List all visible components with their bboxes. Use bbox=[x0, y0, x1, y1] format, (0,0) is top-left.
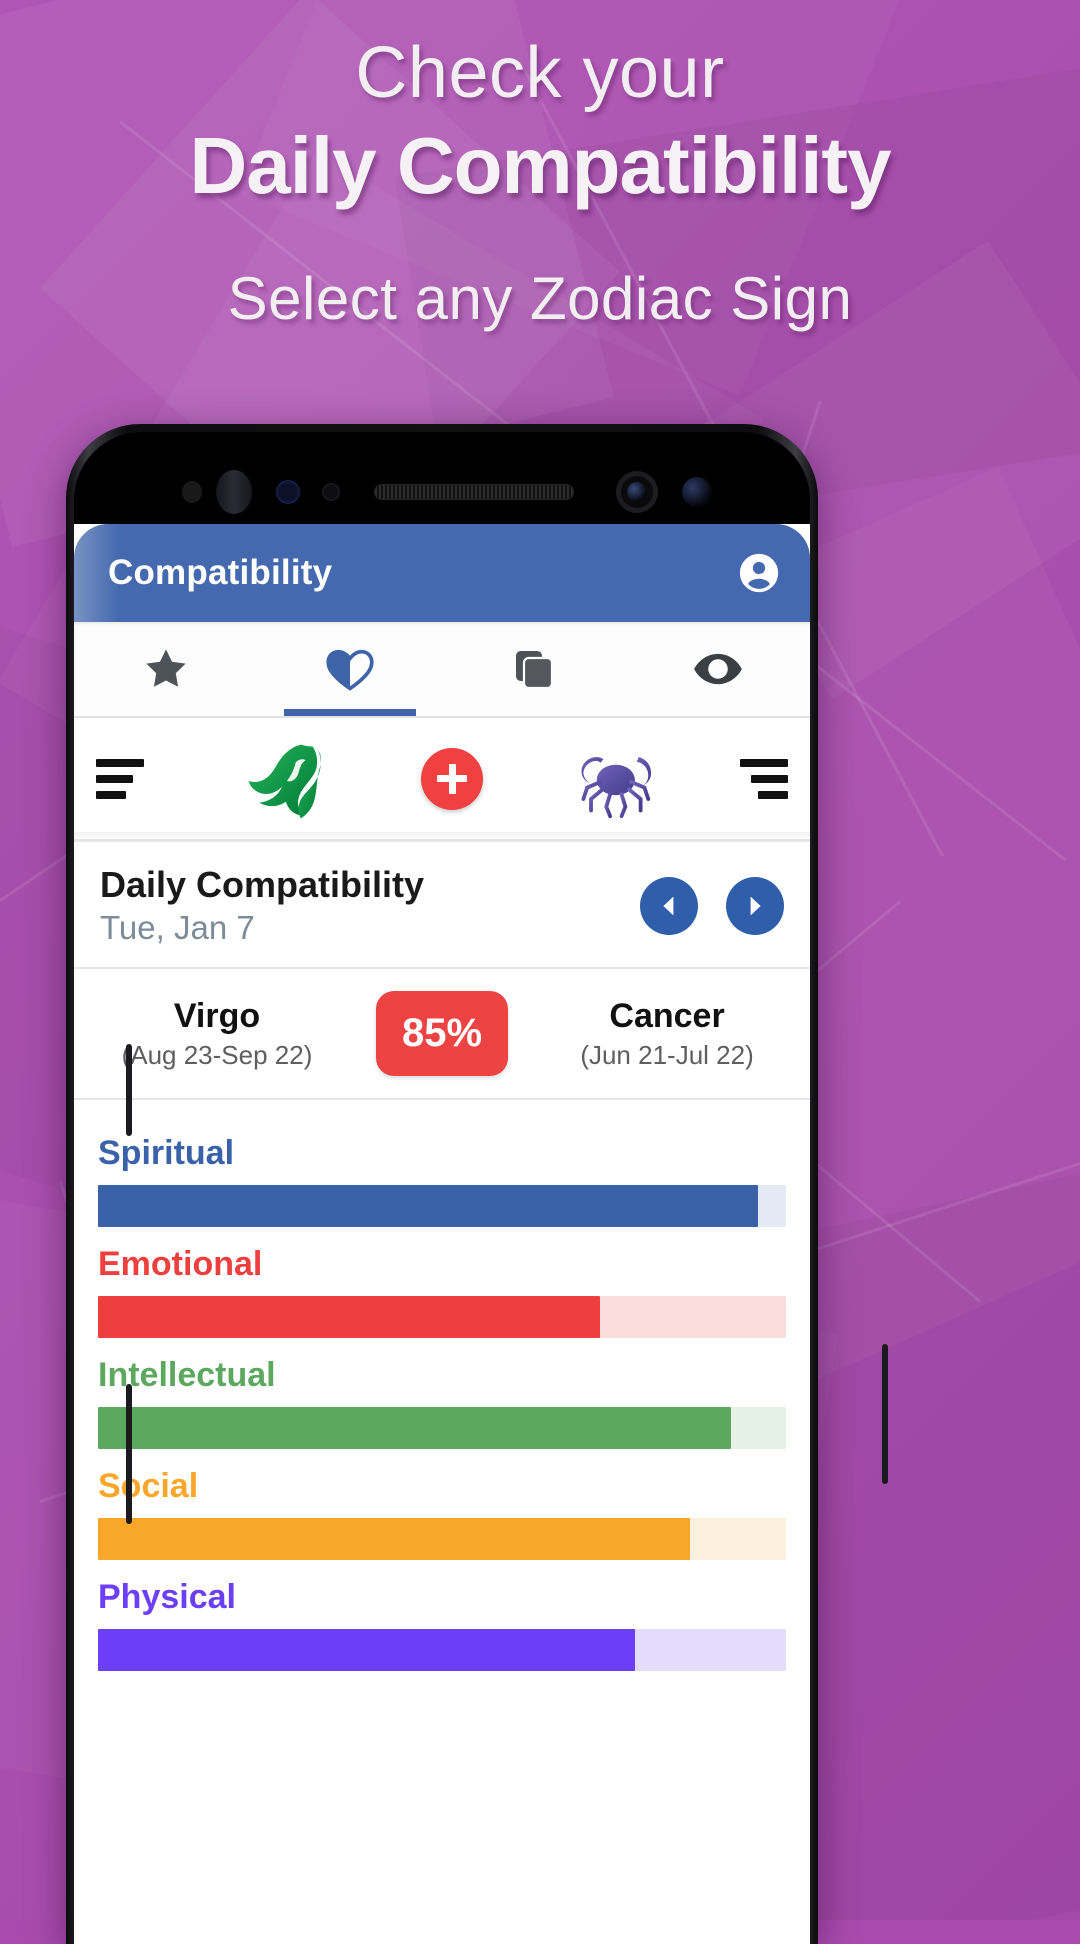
phone-volume-button bbox=[126, 1384, 132, 1524]
star-icon bbox=[146, 649, 186, 687]
left-sign-virgo-icon[interactable] bbox=[223, 736, 343, 822]
trait-track bbox=[98, 1296, 786, 1339]
layers-icon bbox=[516, 651, 554, 690]
light-sensor-icon bbox=[322, 483, 340, 501]
app-bar: Compatibility bbox=[74, 524, 810, 622]
tab-view[interactable] bbox=[626, 622, 810, 716]
daily-title: Daily Compatibility bbox=[100, 864, 425, 905]
promo-line-1: Check your bbox=[355, 33, 725, 113]
app-title: Compatibility bbox=[108, 553, 333, 592]
trait-fill bbox=[98, 1185, 759, 1228]
next-day-button[interactable] bbox=[726, 876, 784, 935]
tab-bar bbox=[74, 622, 810, 718]
right-sign-cancer-icon[interactable] bbox=[562, 736, 662, 822]
trait-track bbox=[98, 1629, 786, 1672]
previous-day-button[interactable] bbox=[640, 876, 698, 935]
iris-scanner-icon bbox=[216, 470, 252, 514]
sign-selector-row bbox=[74, 718, 810, 842]
trait-track bbox=[98, 1518, 786, 1561]
tab-compatibility[interactable] bbox=[258, 622, 442, 716]
trait-row: Emotional bbox=[74, 1227, 810, 1339]
trait-fill bbox=[98, 1518, 690, 1561]
daily-compatibility-header: Daily Compatibility Tue, Jan 7 bbox=[74, 842, 810, 970]
score-badge: 85% bbox=[375, 991, 509, 1077]
right-sign-name: Cancer bbox=[609, 996, 725, 1035]
add-sign-button[interactable] bbox=[421, 747, 483, 810]
trait-fill bbox=[98, 1296, 601, 1339]
tab-cards[interactable] bbox=[442, 622, 626, 716]
trait-label: Spiritual bbox=[98, 1134, 235, 1173]
trait-label: Social bbox=[98, 1467, 199, 1506]
heart-half-icon bbox=[326, 649, 374, 691]
trait-row: Intellectual bbox=[74, 1338, 810, 1450]
trait-label: Intellectual bbox=[98, 1356, 276, 1395]
trait-fill bbox=[98, 1629, 635, 1672]
left-list-icon[interactable] bbox=[96, 758, 144, 799]
tab-underline bbox=[283, 709, 417, 716]
account-circle-icon[interactable] bbox=[736, 550, 782, 596]
right-sign-dates: (Jun 21-Jul 22) bbox=[580, 1039, 754, 1070]
phone-power-button bbox=[882, 1344, 888, 1484]
promo-headline-block: Check your Daily Compatibility Select an… bbox=[0, 33, 1080, 333]
chevron-left-icon bbox=[663, 896, 674, 916]
score-row: Virgo (Aug 23-Sep 22) 85% Cancer (Jun 21… bbox=[74, 969, 810, 1101]
ir-sensor-icon bbox=[276, 480, 300, 504]
trait-label: Emotional bbox=[98, 1245, 263, 1284]
front-camera-icon bbox=[616, 471, 658, 513]
chevron-right-icon bbox=[750, 896, 761, 916]
tab-favorites[interactable] bbox=[74, 622, 258, 716]
earpiece-speaker-icon bbox=[374, 484, 574, 500]
trait-label: Physical bbox=[98, 1578, 236, 1617]
right-sign-block: Cancer (Jun 21-Jul 22) bbox=[542, 997, 792, 1071]
trait-bars: Spiritual Emotional Intellectual Social Phys… bbox=[74, 1100, 810, 1672]
phone-side-button bbox=[126, 1044, 132, 1136]
promo-line-2: Daily Compatibility bbox=[189, 120, 891, 210]
phone-sensor-array bbox=[74, 470, 810, 514]
daily-nav bbox=[640, 876, 784, 935]
app-screen: Compatibility Daily Compatibility Tue, J… bbox=[74, 524, 810, 1944]
plus-icon bbox=[448, 763, 456, 794]
trait-row: Social bbox=[74, 1449, 810, 1561]
left-sign-name: Virgo bbox=[173, 996, 261, 1035]
trait-row: Physical bbox=[74, 1560, 810, 1672]
right-list-icon[interactable] bbox=[740, 758, 788, 799]
promo-line-3: Select any Zodiac Sign bbox=[227, 264, 853, 332]
trait-track bbox=[98, 1185, 786, 1228]
proximity-sensor-icon bbox=[182, 481, 202, 503]
trait-row: Spiritual bbox=[74, 1116, 810, 1228]
daily-date: Tue, Jan 7 bbox=[100, 909, 255, 947]
secondary-camera-icon bbox=[682, 477, 712, 507]
trait-track bbox=[98, 1407, 786, 1450]
eye-icon bbox=[694, 653, 742, 685]
trait-fill bbox=[98, 1407, 731, 1450]
phone-screen-bezel: Compatibility Daily Compatibility Tue, J… bbox=[74, 432, 810, 1944]
daily-header-text: Daily Compatibility Tue, Jan 7 bbox=[100, 864, 424, 947]
phone-mockup: Compatibility Daily Compatibility Tue, J… bbox=[66, 424, 888, 1944]
